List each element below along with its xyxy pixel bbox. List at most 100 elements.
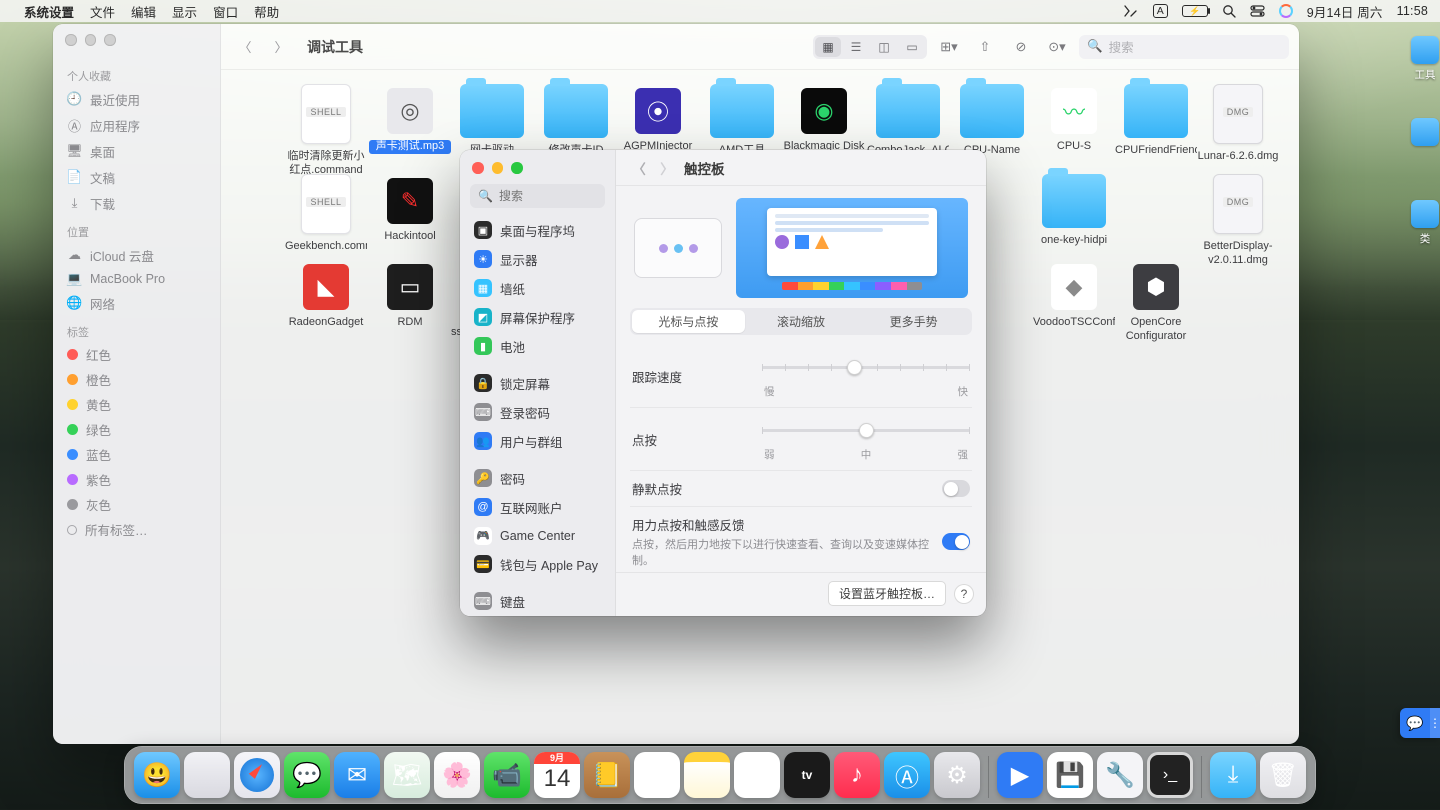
settings-traffic-lights[interactable]: [460, 150, 615, 174]
status-automation-icon[interactable]: [1123, 4, 1139, 18]
view-columns-icon[interactable]: ◫: [871, 37, 897, 57]
action-button[interactable]: ⊙▾: [1043, 36, 1071, 58]
sidebar-tag[interactable]: 蓝色: [61, 442, 212, 467]
dock-safari[interactable]: [234, 752, 280, 798]
sidebar-item-documents[interactable]: 📄文稿: [61, 164, 212, 190]
panel-forward-button[interactable]: 〉: [656, 157, 678, 179]
sidebar-item-all-tags[interactable]: 所有标签…: [61, 517, 212, 542]
menubar-date[interactable]: 9月14日 周六: [1307, 2, 1383, 21]
finder-file[interactable]: CPUFriendFriend: [1115, 84, 1197, 158]
menubar-time[interactable]: 11:58: [1397, 4, 1428, 18]
fullscreen-button[interactable]: [511, 162, 523, 174]
dock-appstore[interactable]: Ⓐ: [884, 752, 930, 798]
menu-view[interactable]: 显示: [164, 2, 205, 21]
dock-maps[interactable]: 🗺: [384, 752, 430, 798]
finder-file[interactable]: ⬢OpenCore Configurator: [1115, 260, 1197, 343]
finder-file[interactable]: ◎声卡测试.mp3: [369, 84, 451, 154]
sidebar-item-macbook[interactable]: 💻MacBook Pro: [61, 268, 212, 290]
dock-finder[interactable]: 😃: [134, 752, 180, 798]
settings-section-list[interactable]: ▣桌面与程序坞☀显示器▦墙纸◩屏幕保护程序▮电池🔒锁定屏幕⌨登录密码👥用户与群组…: [460, 216, 615, 617]
sidebar-item-applications[interactable]: Ⓐ应用程序: [61, 112, 212, 138]
dock-notes[interactable]: [684, 752, 730, 798]
settings-search[interactable]: 🔍: [470, 184, 605, 208]
settings-item[interactable]: 🎮Game Center: [466, 522, 609, 550]
app-menu[interactable]: 系统设置: [16, 2, 82, 21]
input-source-indicator[interactable]: A: [1153, 4, 1168, 18]
dock-photos[interactable]: 🌸: [434, 752, 480, 798]
chevron-left-icon[interactable]: ⋮: [1430, 708, 1440, 738]
sidebar-tag[interactable]: 红色: [61, 342, 212, 367]
finder-file[interactable]: CPU-Name: [951, 84, 1033, 158]
back-button[interactable]: 〈: [231, 36, 259, 58]
sidebar-item-desktop[interactable]: 🖥桌面: [61, 138, 212, 164]
finder-file[interactable]: AMD工具: [701, 84, 783, 158]
floating-helper-button[interactable]: 💬 ⋮: [1400, 708, 1440, 738]
slider-click-strength[interactable]: [762, 416, 970, 444]
dock-music[interactable]: ♪: [834, 752, 880, 798]
finder-file[interactable]: ⦿AGPMInjector: [617, 84, 699, 154]
finder-traffic-lights[interactable]: [65, 34, 116, 46]
control-center-icon[interactable]: [1250, 5, 1265, 17]
finder-file[interactable]: 〰CPU-S: [1033, 84, 1115, 154]
slider-tracking-speed[interactable]: [762, 353, 970, 381]
finder-file[interactable]: SHELL临时清除更新小红点.command: [285, 84, 367, 177]
desktop-item[interactable]: 类: [1410, 200, 1440, 246]
sidebar-tag[interactable]: 紫色: [61, 467, 212, 492]
settings-item[interactable]: 🖱鼠标: [466, 616, 609, 617]
dock-launchpad[interactable]: [184, 752, 230, 798]
dock-diskutility[interactable]: 💾: [1047, 752, 1093, 798]
desktop-item[interactable]: [1410, 118, 1440, 149]
battery-icon[interactable]: ⚡: [1182, 5, 1208, 17]
menu-file[interactable]: 文件: [82, 2, 123, 21]
bluetooth-trackpad-button[interactable]: 设置蓝牙触控板…: [828, 581, 946, 606]
finder-file[interactable]: SHELLGeekbench.command: [285, 174, 367, 254]
sidebar-tag[interactable]: 灰色: [61, 492, 212, 517]
view-gallery-icon[interactable]: ▭: [899, 37, 925, 57]
view-switcher[interactable]: ▦ ☰ ◫ ▭: [813, 35, 927, 59]
settings-item[interactable]: @互联网账户: [466, 493, 609, 522]
trackpad-tabs[interactable]: 光标与点按 滚动缩放 更多手势: [630, 308, 972, 335]
dock-hackintool[interactable]: 🔧: [1097, 752, 1143, 798]
settings-item[interactable]: ▮电池: [466, 332, 609, 361]
sidebar-item-downloads[interactable]: ⤓下载: [61, 190, 212, 216]
settings-item[interactable]: 🔒锁定屏幕: [466, 369, 609, 398]
settings-item[interactable]: ▣桌面与程序坞: [466, 216, 609, 245]
finder-file[interactable]: ✎Hackintool: [369, 174, 451, 244]
settings-item[interactable]: 👥用户与群组: [466, 427, 609, 456]
chat-icon[interactable]: 💬: [1400, 708, 1430, 738]
switch-force-click[interactable]: [942, 533, 970, 550]
finder-file[interactable]: DMGLunar-6.2.6.dmg: [1197, 84, 1279, 164]
settings-item[interactable]: ⌨登录密码: [466, 398, 609, 427]
spotlight-icon[interactable]: [1222, 4, 1236, 18]
switch-quiet-click[interactable]: [942, 480, 970, 497]
dock-downloads[interactable]: ⤓: [1210, 752, 1256, 798]
desktop-item[interactable]: 工具: [1410, 36, 1440, 82]
tab-point-click[interactable]: 光标与点按: [632, 310, 745, 333]
dock-contacts[interactable]: 📒: [584, 752, 630, 798]
dock-todesk[interactable]: ▶: [997, 752, 1043, 798]
finder-file[interactable]: ▭RDM: [369, 260, 451, 330]
finder-file[interactable]: DMGBetterDisplay-v2.0.11.dmg: [1197, 174, 1279, 267]
sidebar-item-network[interactable]: 🌐网络: [61, 290, 212, 316]
tab-more-gestures[interactable]: 更多手势: [857, 310, 970, 333]
minimize-button[interactable]: [492, 162, 504, 174]
settings-item[interactable]: ☀显示器: [466, 245, 609, 274]
finder-search[interactable]: 🔍 搜索: [1079, 35, 1289, 59]
help-button[interactable]: ?: [954, 584, 974, 604]
dock-freeform[interactable]: ✏︎: [734, 752, 780, 798]
sidebar-tag[interactable]: 橙色: [61, 367, 212, 392]
settings-item[interactable]: 🔑密码: [466, 464, 609, 493]
settings-item[interactable]: ◩屏幕保护程序: [466, 303, 609, 332]
dock-mail[interactable]: ✉︎: [334, 752, 380, 798]
dock-terminal[interactable]: ›_: [1147, 752, 1193, 798]
menu-edit[interactable]: 编辑: [123, 2, 164, 21]
view-icons-icon[interactable]: ▦: [815, 37, 841, 57]
sidebar-tag[interactable]: 黄色: [61, 392, 212, 417]
forward-button[interactable]: 〉: [267, 36, 295, 58]
sidebar-tag[interactable]: 绿色: [61, 417, 212, 442]
dock-calendar[interactable]: 9月 14: [534, 752, 580, 798]
close-button[interactable]: [472, 162, 484, 174]
dock-facetime[interactable]: 📹: [484, 752, 530, 798]
finder-file[interactable]: ◣RadeonGadget: [285, 260, 367, 330]
finder-file[interactable]: 修改声卡ID: [535, 84, 617, 158]
